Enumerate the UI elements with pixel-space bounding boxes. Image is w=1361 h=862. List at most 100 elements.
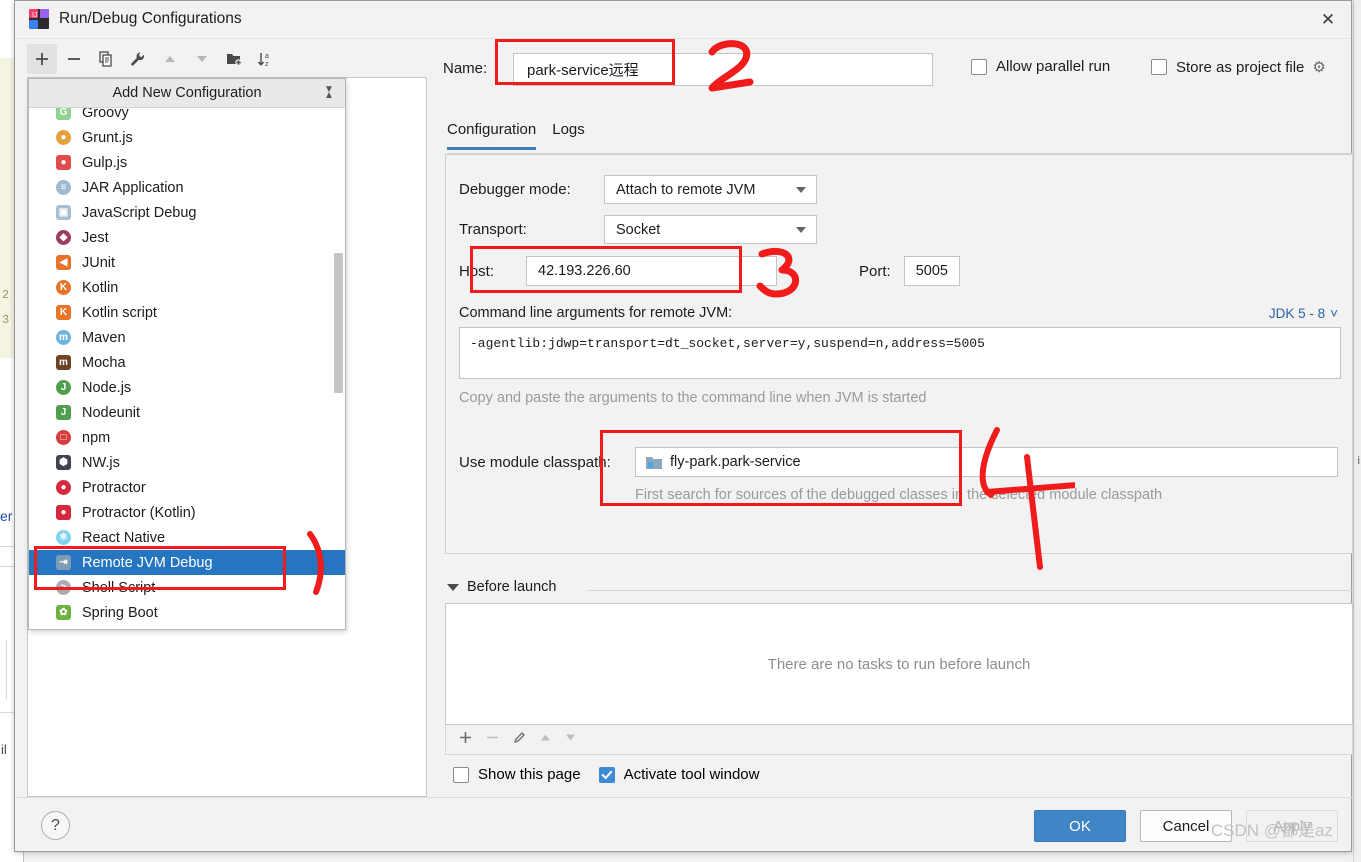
tab-configuration[interactable]: Configuration [447, 121, 537, 150]
list-item[interactable]: ⬢ NW.js [29, 450, 345, 475]
spring-boot-icon: ✿ [55, 604, 72, 621]
module-classpath-value: fly-park.park-service [670, 454, 801, 470]
debugger-mode-select[interactable]: Attach to remote JVM [604, 175, 817, 204]
mocha-icon: m [55, 354, 72, 371]
configurations-tree-panel: Add New Configuration ▼ ▲ G Groovy ● Grunt.j… [27, 77, 427, 797]
config-tabs: Configuration Logs [447, 121, 585, 150]
new-folder-button[interactable] [219, 44, 249, 74]
list-item[interactable]: ◆ Jest [29, 225, 345, 250]
copy-configuration-button[interactable] [91, 44, 121, 74]
list-item-label: React Native [82, 529, 166, 546]
task-move-down-button[interactable] [564, 731, 577, 748]
ok-button[interactable]: OK [1034, 810, 1126, 842]
remote-jvm-debug-icon: ⇥ [55, 554, 72, 571]
module-classpath-row: Use module classpath: fly-park.park-serv… [459, 447, 1338, 477]
show-this-page-checkbox-row[interactable]: Show this page [453, 766, 581, 783]
remove-task-button[interactable] [485, 730, 500, 749]
tab-logs[interactable]: Logs [552, 121, 585, 150]
list-item-label: JavaScript Debug [82, 204, 197, 221]
list-item-label: Protractor (Kotlin) [82, 504, 196, 521]
cmdline-label: Command line arguments for remote JVM: [459, 305, 733, 321]
react-native-icon: ⚛ [55, 529, 72, 546]
npm-icon: □ [55, 429, 72, 446]
list-item[interactable]: ● Protractor (Kotlin) [29, 500, 345, 525]
add-task-button[interactable] [458, 730, 473, 749]
collapse-all-icon[interactable]: ▼ ▲ [321, 84, 337, 102]
store-as-project-file-checkbox[interactable] [1151, 59, 1167, 75]
list-item[interactable]: ● Grunt.js [29, 125, 345, 150]
add-popup-title: Add New Configuration [112, 85, 262, 101]
module-icon [646, 455, 662, 469]
gear-icon[interactable]: ⚙ [1312, 58, 1325, 76]
jvm-arguments-input[interactable]: -agentlib:jdwp=transport=dt_socket,serve… [459, 327, 1341, 379]
sort-configurations-button[interactable]: a z [251, 44, 281, 74]
list-item[interactable]: ▣ JavaScript Debug [29, 200, 345, 225]
remove-configuration-button[interactable] [59, 44, 89, 74]
list-item[interactable]: ◀ JUnit [29, 250, 345, 275]
background-right-text: i [1357, 455, 1360, 467]
debugger-mode-value: Attach to remote JVM [616, 181, 756, 198]
list-item[interactable]: K Kotlin script [29, 300, 345, 325]
javascript-debug-icon: ▣ [55, 204, 72, 221]
list-item[interactable]: m Maven [29, 325, 345, 350]
activate-tool-window-checkbox-row[interactable]: Activate tool window [598, 766, 759, 783]
list-item-label: Node.js [82, 379, 132, 396]
jar-icon: ≡ [55, 179, 72, 196]
background-divider [6, 640, 7, 700]
add-popup-scroll-area[interactable]: G Groovy ● Grunt.js ● Gulp.js ≡ JAR Application… [29, 108, 345, 629]
debugger-mode-label: Debugger mode: [459, 181, 571, 198]
list-item-selected[interactable]: ⇥ Remote JVM Debug [29, 550, 345, 575]
protractor-icon: ● [55, 479, 72, 496]
move-down-button[interactable] [187, 44, 217, 74]
list-item-label: Shell Script [82, 579, 156, 596]
list-item[interactable]: ✿ Spring Boot [29, 600, 345, 625]
add-configuration-button[interactable] [27, 44, 57, 74]
svg-text:IJ: IJ [32, 12, 37, 19]
close-icon[interactable]: ✕ [1305, 1, 1351, 38]
list-item-label: JAR Application [82, 179, 184, 196]
edit-templates-wrench-icon[interactable] [123, 44, 153, 74]
dialog-title: Run/Debug Configurations [59, 10, 242, 27]
jdk-selector[interactable]: JDK 5 - 8 ˅ [1269, 306, 1338, 321]
grunt-icon: ● [55, 129, 72, 146]
host-input[interactable]: 42.193.226.60 [526, 256, 777, 286]
add-popup-list: G Groovy ● Grunt.js ● Gulp.js ≡ JAR Application… [29, 108, 345, 625]
list-scrollbar[interactable] [334, 253, 343, 393]
list-item[interactable]: J Nodeunit [29, 400, 345, 425]
before-launch-rule [587, 590, 1353, 591]
port-input[interactable]: 5005 [903, 256, 960, 286]
list-item-label: Kotlin script [82, 304, 157, 321]
list-item[interactable]: J Node.js [29, 375, 345, 400]
list-item[interactable]: ⚛ React Native [29, 525, 345, 550]
allow-parallel-run-checkbox-row[interactable]: Allow parallel run [971, 58, 1110, 75]
svg-text:z: z [265, 61, 269, 68]
transport-label: Transport: [459, 221, 527, 238]
task-move-up-button[interactable] [539, 731, 552, 748]
configurations-toolbar: a z [27, 43, 281, 75]
list-item[interactable]: G Groovy [29, 108, 345, 125]
list-item[interactable]: K Kotlin [29, 275, 345, 300]
module-classpath-select[interactable]: fly-park.park-service [635, 447, 1338, 477]
show-this-page-checkbox[interactable] [453, 766, 469, 783]
cmdline-label-row: Command line arguments for remote JVM: [459, 305, 732, 321]
module-classpath-hint: First search for sources of the debugged… [635, 487, 1163, 503]
host-label: Host: [459, 262, 495, 280]
name-input[interactable]: park-service远程 [513, 53, 933, 86]
list-item[interactable]: > Shell Script [29, 575, 345, 600]
nodejs-icon: J [55, 379, 72, 396]
move-up-button[interactable] [155, 44, 185, 74]
store-as-project-file-checkbox-row[interactable]: Store as project file ⚙ [1151, 58, 1326, 76]
help-button[interactable]: ? [41, 811, 70, 840]
allow-parallel-run-checkbox[interactable] [971, 58, 987, 75]
activate-tool-window-checkbox[interactable] [598, 766, 615, 783]
transport-select[interactable]: Socket [604, 215, 817, 244]
list-item[interactable]: □ npm [29, 425, 345, 450]
edit-task-button[interactable] [512, 730, 527, 749]
list-item[interactable]: ≡ JAR Application [29, 175, 345, 200]
before-launch-header[interactable]: Before launch [447, 579, 556, 595]
list-item-label: Nodeunit [82, 404, 141, 421]
list-item[interactable]: ● Protractor [29, 475, 345, 500]
list-item[interactable]: m Mocha [29, 350, 345, 375]
before-launch-tasks-list[interactable]: There are no tasks to run before launch [445, 603, 1353, 725]
list-item[interactable]: ● Gulp.js [29, 150, 345, 175]
